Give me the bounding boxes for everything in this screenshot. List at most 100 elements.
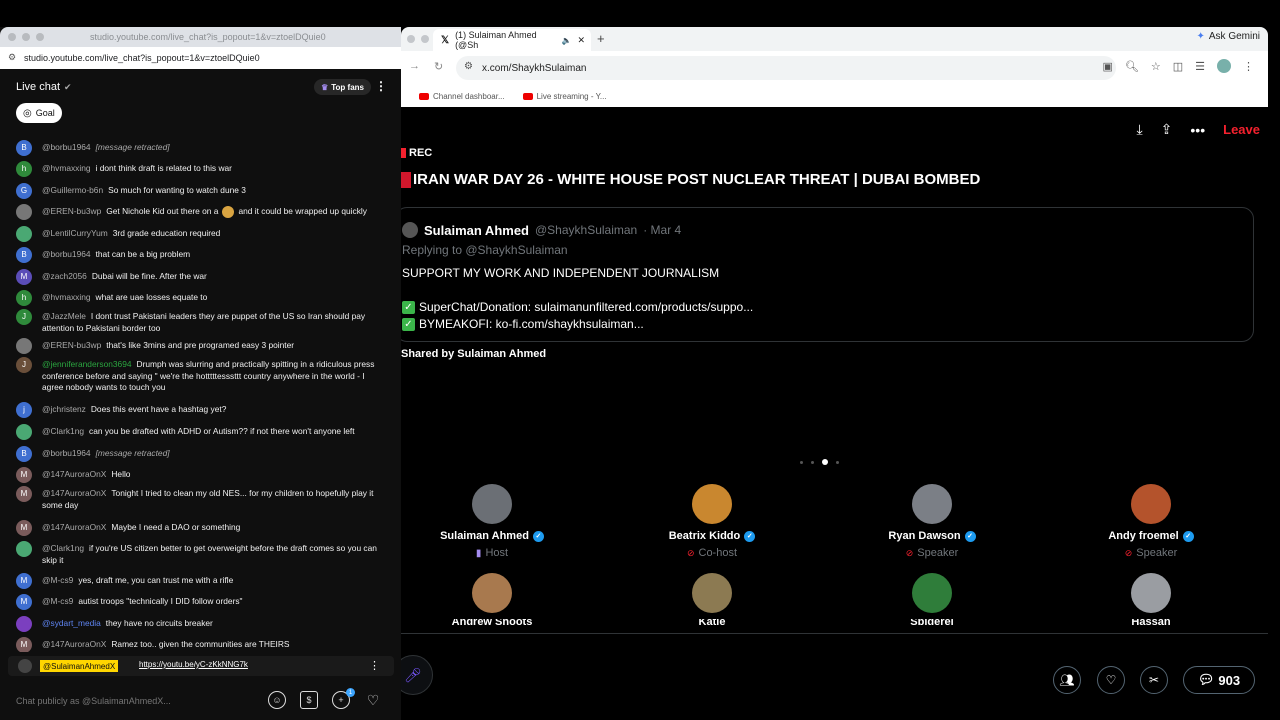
super-chat-icon[interactable]: $	[300, 691, 318, 709]
site-settings-icon[interactable]: ⚙	[464, 61, 473, 72]
minimize-space-icon[interactable]: ⤓	[1136, 121, 1142, 138]
more-options-icon[interactable]: ⋮	[375, 79, 387, 93]
leave-button[interactable]: Leave	[1223, 122, 1260, 137]
profile-avatar[interactable]	[1217, 59, 1231, 73]
avatar[interactable]: M	[16, 637, 32, 652]
tweet-author-name[interactable]: Sulaiman Ahmed	[424, 223, 529, 238]
pinned-author[interactable]: @SulaimanAhmedX	[40, 660, 119, 672]
donation-link[interactable]: SuperChat/Donation: sulaimanunfiltered.c…	[419, 300, 753, 314]
more-options-icon[interactable]: ⋮	[369, 659, 380, 672]
avatar[interactable]: j	[16, 402, 32, 418]
speaker-icon[interactable]: 🔈	[561, 36, 571, 45]
participant-katie[interactable]: Katie	[642, 573, 782, 625]
participant-beatrix[interactable]: Beatrix Kiddo ✓ ⊘ Co-host	[642, 484, 782, 559]
avatar[interactable]: M	[16, 573, 32, 589]
chat-author[interactable]: @borbu1964	[42, 249, 91, 259]
chat-messages[interactable]: B @borbu1964 [message retracted] h @hvmaxxin…	[0, 135, 401, 652]
avatar[interactable]: h	[16, 290, 32, 306]
reload-icon[interactable]: ↻	[434, 60, 443, 73]
chat-author[interactable]: @sydart_media	[42, 618, 101, 628]
carousel-dots[interactable]	[800, 459, 839, 465]
avatar[interactable]: G	[16, 183, 32, 199]
chat-author[interactable]: @Guillermo-b6n	[42, 185, 103, 195]
reactions-button[interactable]: ♡	[1097, 666, 1125, 694]
avatar[interactable]: M	[16, 594, 32, 610]
chat-author[interactable]: @JazzMele	[42, 311, 86, 321]
participant-sulaiman[interactable]: Sulaiman Ahmed ✓ ▮ Host	[422, 484, 562, 559]
participant-ryan[interactable]: Ryan Dawson ✓ ⊘ Speaker	[862, 484, 1002, 559]
avatar[interactable]: M	[16, 269, 32, 285]
chat-author[interactable]: @147AuroraOnX	[42, 488, 106, 498]
avatar[interactable]	[16, 338, 32, 354]
avatar[interactable]: M	[16, 486, 32, 502]
chat-author[interactable]: @zach2056	[42, 271, 87, 281]
chat-author[interactable]: @jenniferanderson3694	[42, 359, 132, 369]
avatar[interactable]	[16, 541, 32, 557]
bookmark-live-streaming[interactable]: Live streaming - Y...	[522, 92, 607, 101]
bookmark-star-icon[interactable]: ☆	[1151, 60, 1161, 73]
share-icon[interactable]: ⇪	[1161, 121, 1173, 138]
avatar[interactable]: M	[16, 467, 32, 483]
avatar[interactable]: B	[16, 140, 32, 156]
avatar[interactable]: B	[16, 446, 32, 462]
pinned-message[interactable]: @SulaimanAhmedX https://youtu.be/yC-zKkN…	[8, 656, 394, 676]
tab-x-profile[interactable]: 𝕏 (1) Sulaiman Ahmed (@Sh 🔈 ✕	[433, 29, 591, 51]
more-icon[interactable]: •••	[1190, 122, 1205, 138]
comments-button[interactable]: 💬︎ 903	[1183, 666, 1255, 694]
tabs-icon[interactable]: ☰	[1195, 60, 1205, 73]
pinned-tweet-card[interactable]: Sulaiman Ahmed @ShaykhSulaiman · Mar 4 R…	[395, 207, 1254, 342]
menu-icon[interactable]: ⋮	[1243, 60, 1254, 73]
carousel-dot[interactable]	[800, 460, 803, 464]
clip-button[interactable]: ✂	[1140, 666, 1168, 694]
chat-author[interactable]: @LentilCurryYum	[42, 228, 108, 238]
avatar[interactable]: B	[16, 247, 32, 263]
participant-spiderel[interactable]: Spiderel	[862, 573, 1002, 625]
people-button[interactable]: 👥︎	[1053, 666, 1081, 694]
avatar[interactable]	[16, 226, 32, 242]
avatar[interactable]: h	[16, 161, 32, 177]
emoji-icon[interactable]: ☺	[268, 691, 286, 709]
carousel-dot-active[interactable]	[822, 459, 828, 465]
minimize-window-icon[interactable]	[22, 33, 30, 41]
chat-author[interactable]: @147AuroraOnX	[42, 639, 106, 649]
chat-author[interactable]: @M-cs9	[42, 596, 73, 606]
avatar[interactable]: J	[16, 357, 32, 373]
tweet-author-handle[interactable]: @ShaykhSulaiman	[535, 223, 637, 237]
maximize-window-icon[interactable]	[36, 33, 44, 41]
chat-author[interactable]: @hvmaxxing	[42, 292, 91, 302]
popout-address-bar[interactable]: ⚙ studio.youtube.com/live_chat?is_popout…	[0, 47, 401, 69]
top-fans-button[interactable]: ♛ Top fans	[314, 79, 371, 95]
kofi-link[interactable]: BYMEAKOFI: ko-fi.com/shaykhsulaiman...	[419, 317, 644, 331]
participant-andy[interactable]: Andy froemel ✓ ⊘ Speaker	[1081, 484, 1221, 559]
chat-author[interactable]: @EREN-bu3wp	[42, 340, 101, 350]
chat-author[interactable]: @Clark1ng	[42, 426, 84, 436]
live-chat-title[interactable]: Live chat ✔	[16, 81, 72, 93]
forward-icon[interactable]: →	[409, 60, 420, 73]
minimize-window-icon[interactable]	[421, 35, 429, 43]
close-window-icon[interactable]	[8, 33, 16, 41]
cast-icon[interactable]: ▣	[1102, 60, 1112, 73]
avatar[interactable]: M	[16, 520, 32, 536]
goal-chip[interactable]: ◎ Goal	[16, 103, 62, 123]
ask-gemini-button[interactable]: ✦ Ask Gemini	[1196, 31, 1260, 42]
avatar[interactable]: J	[16, 309, 32, 325]
close-window-icon[interactable]	[407, 35, 415, 43]
chat-author[interactable]: @147AuroraOnX	[42, 522, 106, 532]
chat-input[interactable]	[16, 692, 266, 710]
chat-author[interactable]: @borbu1964	[42, 142, 91, 152]
chat-author[interactable]: @M-cs9	[42, 575, 73, 585]
avatar[interactable]	[16, 424, 32, 440]
participant-hassan[interactable]: Hassan	[1081, 573, 1221, 625]
pinned-link[interactable]: https://youtu.be/yC-zKkNNG7k	[139, 660, 248, 669]
carousel-dot[interactable]	[811, 460, 814, 464]
heart-icon[interactable]: ♡	[364, 691, 382, 709]
url-field[interactable]: ⚙ x.com/ShaykhSulaiman	[456, 56, 1116, 80]
chat-author[interactable]: @hvmaxxing	[42, 163, 91, 173]
site-settings-icon[interactable]: ⚙	[8, 52, 16, 63]
sidepanel-icon[interactable]: ◫	[1173, 60, 1183, 73]
chat-author[interactable]: @147AuroraOnX	[42, 469, 106, 479]
close-tab-icon[interactable]: ✕	[577, 35, 585, 46]
avatar[interactable]	[402, 222, 418, 238]
bookmark-channel-dashboard[interactable]: Channel dashboar...	[419, 92, 505, 101]
chat-author[interactable]: @EREN-bu3wp	[42, 206, 101, 216]
